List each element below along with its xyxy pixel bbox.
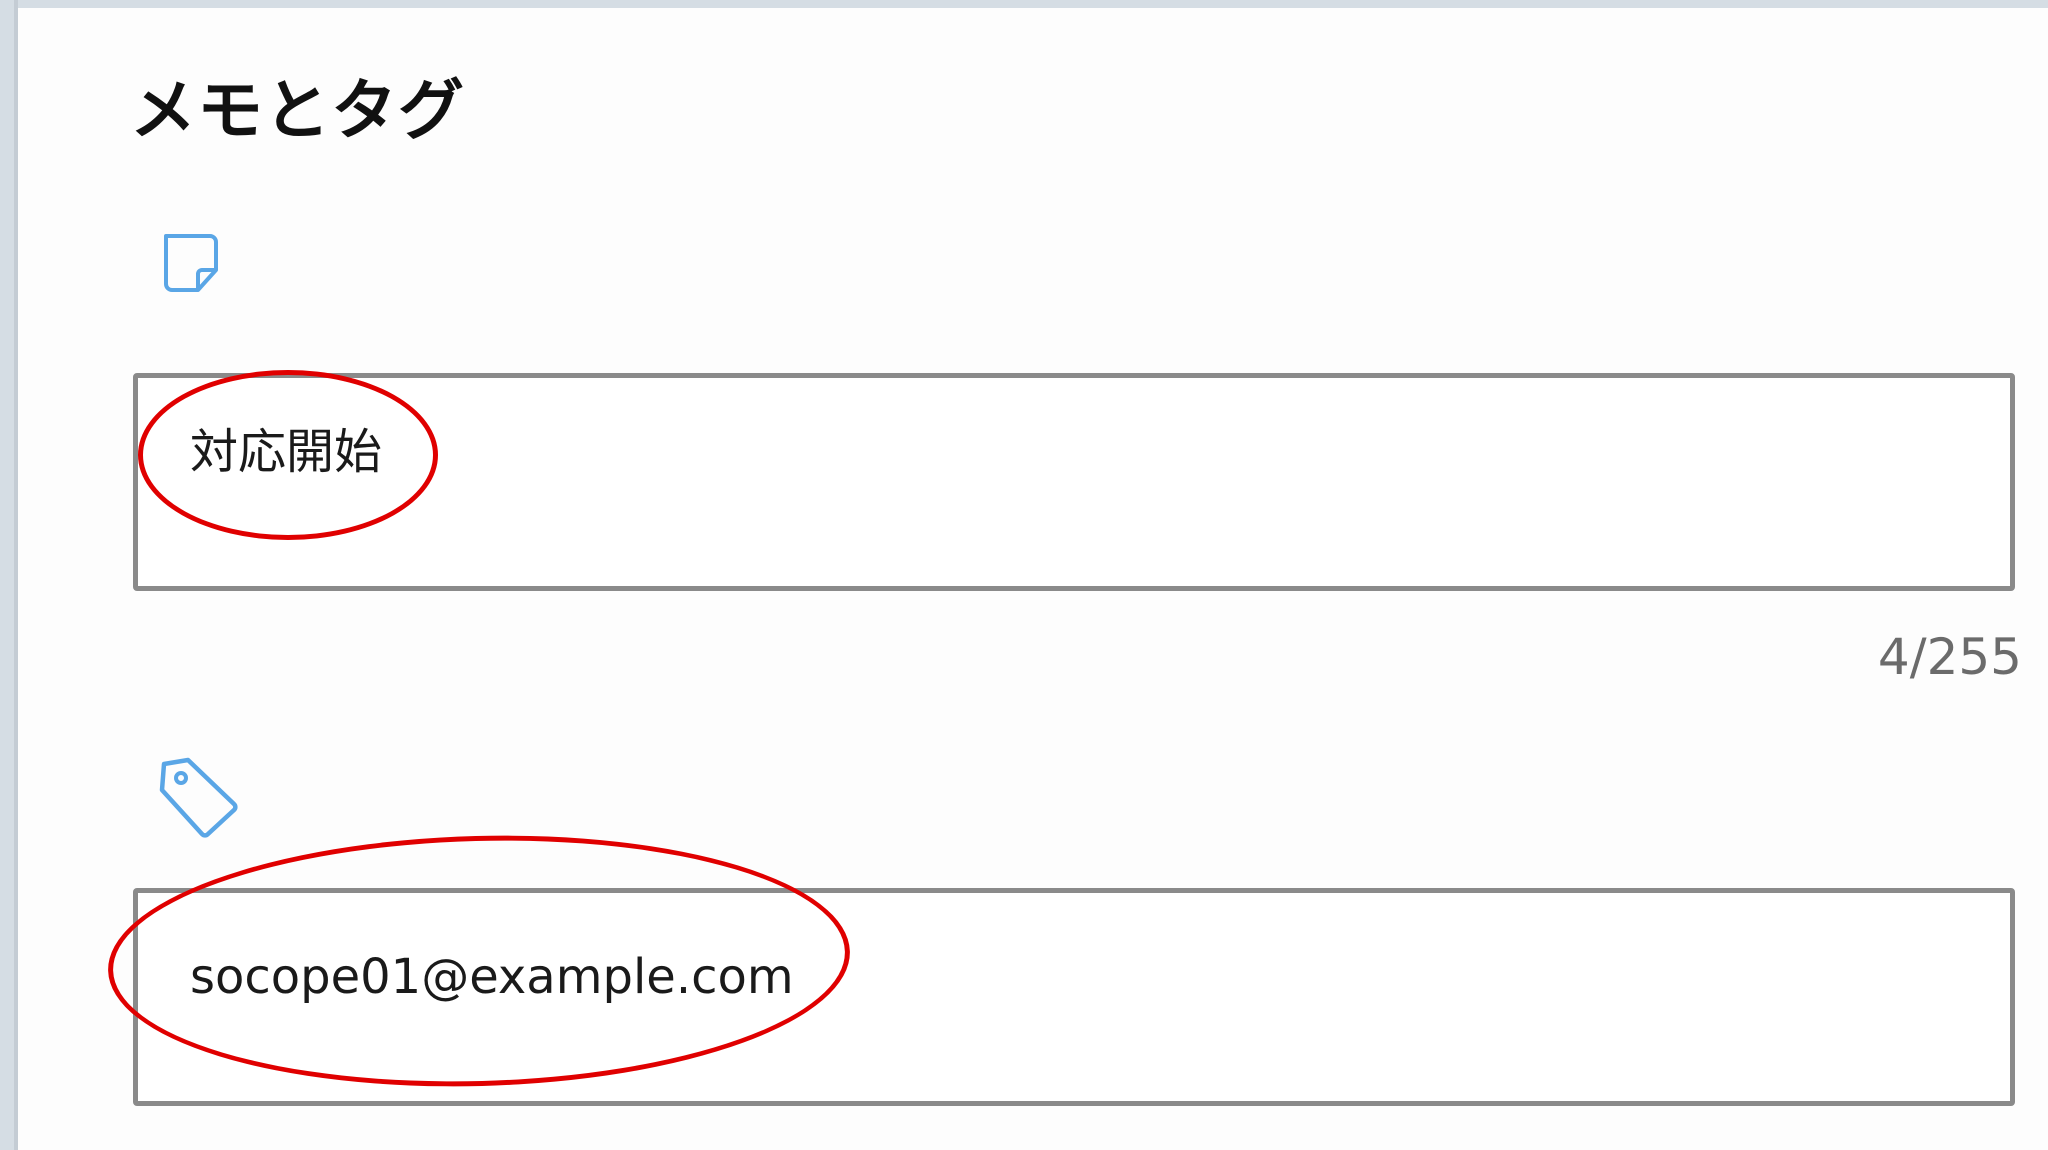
top-border [0, 0, 2048, 8]
memo-and-tags-panel: メモとタグ 対応開始 4/255 socope01@example.com [0, 0, 2048, 1150]
tag-field[interactable]: socope01@example.com [133, 888, 2015, 1106]
tag-icon [159, 757, 238, 838]
memo-field[interactable]: 対応開始 [133, 373, 2015, 591]
section-title: メモとタグ [130, 72, 465, 149]
tag-field-value: socope01@example.com [190, 949, 794, 1005]
left-border [0, 0, 18, 1150]
memo-character-counter: 4/255 [1877, 628, 2022, 686]
sticky-note-icon [164, 234, 218, 292]
memo-field-value: 対応開始 [190, 424, 383, 480]
